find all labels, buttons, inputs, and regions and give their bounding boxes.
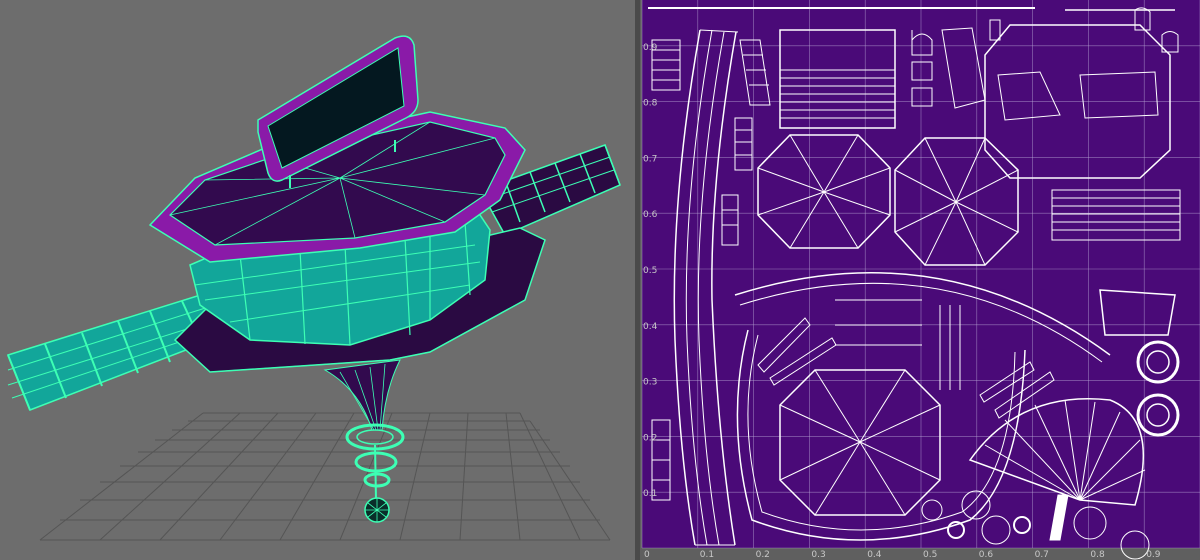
u-tick-label: 0.9 <box>1146 550 1161 560</box>
u-axis-ticks: 0 0.1 0.2 0.3 0.4 0.5 0.6 0.7 0.8 0.9 <box>644 550 1161 560</box>
v-tick-label: 0.2 <box>643 433 657 443</box>
v-tick-label: 0.4 <box>643 322 658 332</box>
u-tick-label: 0.7 <box>1035 550 1049 560</box>
u-tick-label: 0.6 <box>979 550 994 560</box>
v-tick-label: 0.9 <box>643 43 658 53</box>
ground-grid <box>39 412 611 541</box>
u-tick-label: 0.8 <box>1090 550 1105 560</box>
u-tick-label: 0.5 <box>923 550 937 560</box>
u-tick-label: 0.2 <box>756 550 770 560</box>
app-root: 0 0.1 0.2 0.3 0.4 0.5 0.6 0.7 0.8 0.9 0.9 0.8 0.7 0.… <box>0 0 1200 560</box>
v-tick-label: 0.8 <box>643 99 658 109</box>
v-tick-label: 0.7 <box>643 154 657 164</box>
u-tick-label: 0.1 <box>700 550 714 560</box>
3d-perspective-viewport[interactable] <box>0 0 635 560</box>
u-tick-label: 0.3 <box>811 550 825 560</box>
v-tick-label: 0.5 <box>643 266 657 276</box>
u-tick-label: 0 <box>644 550 650 560</box>
v-tick-label: 0.1 <box>643 489 657 499</box>
uv-canvas[interactable]: 0 0.1 0.2 0.3 0.4 0.5 0.6 0.7 0.8 0.9 0.9 0.8 0.7 0.… <box>640 0 1200 560</box>
uv-texture-editor[interactable]: 0 0.1 0.2 0.3 0.4 0.5 0.6 0.7 0.8 0.9 0.9 0.8 0.7 0.… <box>640 0 1200 560</box>
v-tick-label: 0.3 <box>643 378 657 388</box>
u-tick-label: 0.4 <box>867 550 882 560</box>
funnel-stem <box>323 359 401 431</box>
v-tick-label: 0.6 <box>643 210 658 220</box>
viewport-canvas[interactable] <box>0 0 635 560</box>
